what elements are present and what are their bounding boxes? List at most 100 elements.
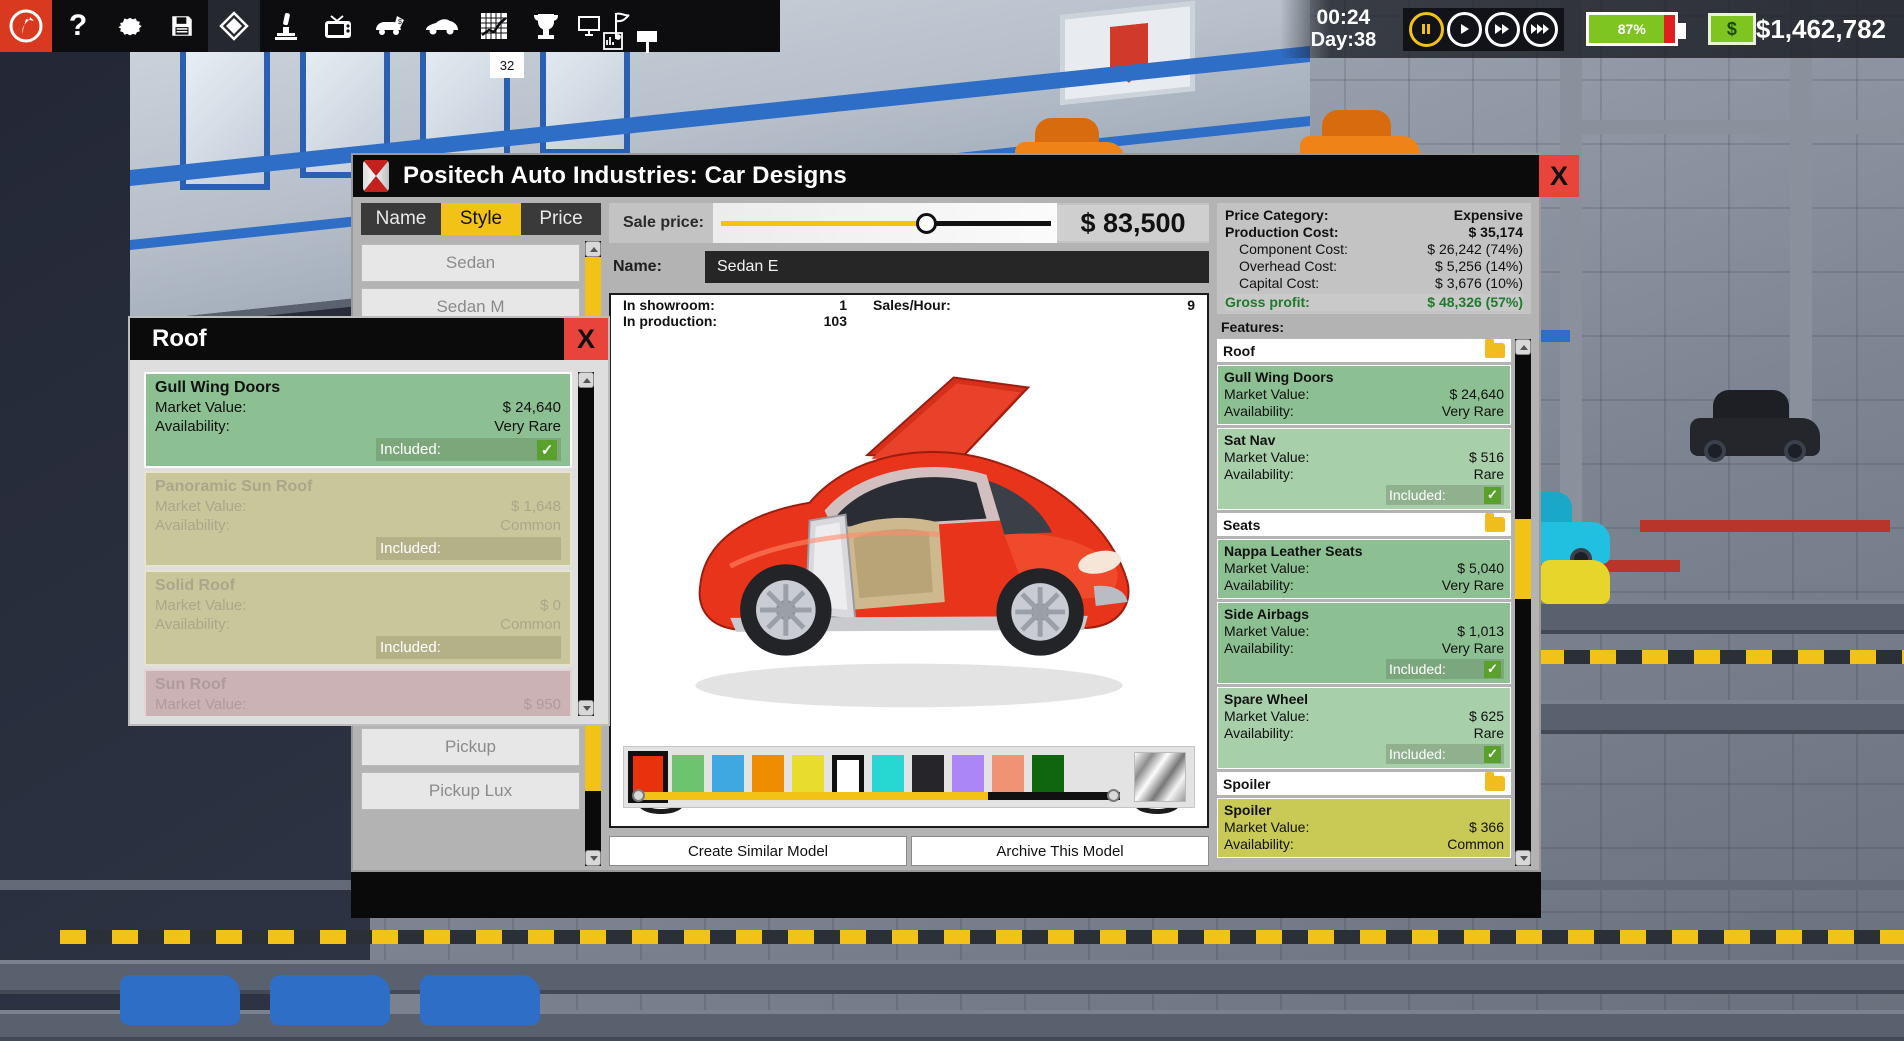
battery-low-segment [1664, 15, 1675, 43]
availability-label: Availability: [155, 615, 500, 634]
car-money-icon[interactable]: $ [364, 0, 416, 52]
slider-knob[interactable] [916, 213, 937, 234]
car-list-item[interactable]: Pickup Lux [361, 772, 580, 810]
feature-group-list: Roof Gull Wing DoorsMarket Value:$ 24,640… [1217, 339, 1511, 866]
scrollbar-thumb[interactable] [1515, 519, 1531, 599]
question-mark-icon[interactable]: ? [52, 0, 104, 52]
archive-this-model-button[interactable]: Archive This Model [911, 836, 1209, 866]
in-production-label: In production: [623, 313, 783, 329]
price-info-value: $ 3,676 (10%) [1435, 275, 1523, 292]
feature-item[interactable]: Sat NavMarket Value:$ 516Availability:Ra… [1217, 428, 1511, 510]
sale-price-slider[interactable] [713, 203, 1057, 243]
car-3d-preview[interactable] [611, 329, 1207, 730]
scroll-down-icon[interactable] [585, 850, 601, 866]
staff-morale-battery: 87% [1586, 12, 1678, 46]
positech-logo-icon[interactable] [0, 0, 52, 52]
car-blue [120, 975, 240, 1025]
scroll-up-icon[interactable] [578, 372, 594, 388]
car-icon[interactable] [416, 0, 468, 52]
availability-label: Availability: [1224, 403, 1442, 420]
feature-item[interactable]: Spare WheelMarket Value:$ 625Availabilit… [1217, 687, 1511, 769]
feature-category-header[interactable]: Roof [1217, 339, 1511, 362]
feature-item[interactable]: Nappa Leather SeatsMarket Value:$ 5,040A… [1217, 539, 1511, 599]
car-preview-panel: Sale price: $ 83,500 Name: Sedan E In sh… [609, 203, 1209, 866]
features-label: Features: [1217, 314, 1531, 339]
scroll-down-icon[interactable] [578, 700, 594, 716]
shade-slider-knob-right[interactable] [1107, 789, 1120, 802]
tab-price[interactable]: Price [521, 203, 601, 235]
paint-shade-slider[interactable] [632, 792, 1120, 802]
scroll-down-icon[interactable] [1515, 850, 1531, 866]
market-value: $ 366 [1469, 819, 1504, 836]
trophy-icon[interactable] [520, 0, 572, 52]
tab-name[interactable]: Name [361, 203, 441, 235]
report-icon[interactable] [596, 30, 630, 52]
roof-included-toggle[interactable]: Included:✓ [376, 537, 561, 560]
support-beam [1560, 120, 1900, 134]
model-name-input[interactable]: Sedan E [705, 251, 1209, 283]
feature-item[interactable]: Gull Wing DoorsMarket Value:$ 24,640Avai… [1217, 365, 1511, 425]
market-value-label: Market Value: [1224, 708, 1469, 725]
features-scrollbar[interactable] [1515, 339, 1531, 866]
television-icon[interactable] [312, 0, 364, 52]
fast-forward-icon[interactable] [1485, 12, 1520, 47]
play-icon[interactable] [1447, 12, 1482, 47]
roof-window-titlebar: Roof X [130, 318, 608, 360]
model-details-panel: Price Category:ExpensiveProduction Cost:… [1217, 203, 1531, 866]
model-action-buttons: Create Similar Model Archive This Model [609, 836, 1209, 866]
availability-value: Common [1447, 836, 1504, 853]
feature-item[interactable]: SpoilerMarket Value:$ 366Availability:Co… [1217, 798, 1511, 858]
roof-included-toggle[interactable]: Included:✓ [376, 438, 561, 461]
roof-close-button[interactable]: X [564, 318, 608, 360]
close-window-button[interactable]: X [1539, 155, 1579, 197]
car-yellow [1540, 560, 1610, 604]
microscope-icon[interactable] [260, 0, 312, 52]
diamond-icon[interactable] [208, 0, 260, 52]
roof-option-item[interactable]: Solid RoofMarket Value:$ 0Availability:C… [144, 570, 572, 666]
feature-item[interactable]: Side AirbagsMarket Value:$ 1,013Availabi… [1217, 602, 1511, 684]
gear-icon[interactable] [104, 0, 156, 52]
feature-category-header[interactable]: Seats [1217, 513, 1511, 536]
scroll-up-icon[interactable] [1515, 339, 1531, 355]
checkmark-icon: ✓ [1484, 487, 1501, 504]
shade-slider-knob-left[interactable] [632, 789, 645, 802]
car-list-item[interactable]: Pickup [361, 728, 580, 766]
availability-value: Rare [1474, 725, 1504, 742]
included-label: Included: [1389, 487, 1446, 503]
included-toggle[interactable]: Included: ✓ [1386, 485, 1504, 505]
availability-label: Availability: [1224, 577, 1442, 594]
window-bottom-shadow [351, 872, 1541, 918]
tab-style[interactable]: Style [441, 203, 521, 235]
sale-price-value: $ 83,500 [1057, 205, 1209, 241]
folder-icon[interactable] [1485, 517, 1505, 532]
pause-icon[interactable] [1409, 12, 1444, 47]
car-list-item[interactable]: Sedan [361, 244, 580, 282]
price-info-row: Capital Cost:$ 3,676 (10%) [1225, 275, 1523, 292]
feature-name: Sat Nav [1224, 431, 1504, 449]
folder-icon[interactable] [1485, 776, 1505, 791]
sign-icon[interactable] [630, 30, 664, 52]
market-value-label: Market Value: [155, 596, 540, 615]
price-info-key: Production Cost: [1225, 224, 1469, 241]
ultra-fast-forward-icon[interactable] [1523, 12, 1558, 47]
roof-option-item[interactable]: Panoramic Sun RoofMarket Value:$ 1,648Av… [144, 471, 572, 567]
included-toggle[interactable]: Included:✓ [1386, 659, 1504, 679]
roof-option-item[interactable]: Sun RoofMarket Value:$ 950Availability:U… [144, 669, 572, 716]
folder-icon[interactable] [1485, 343, 1505, 358]
sort-tabs: Name Style Price [361, 203, 601, 235]
chart-grid-icon[interactable] [468, 0, 520, 52]
shade-slider-empty [988, 792, 1120, 800]
red-rail [1640, 520, 1890, 532]
scroll-up-icon[interactable] [585, 241, 601, 257]
metallic-finish-swatch[interactable] [1134, 752, 1186, 802]
feature-category-header[interactable]: Spoiler [1217, 772, 1511, 795]
floppy-disk-icon[interactable] [156, 0, 208, 52]
wall-banner [1060, 1, 1195, 105]
create-similar-model-button[interactable]: Create Similar Model [609, 836, 907, 866]
roof-scrollbar[interactable] [578, 372, 594, 716]
roof-included-toggle[interactable]: Included:✓ [376, 636, 561, 659]
availability-value: Common [500, 615, 561, 634]
roof-option-item[interactable]: Gull Wing DoorsMarket Value:$ 24,640Avai… [144, 372, 572, 468]
included-toggle[interactable]: Included:✓ [1386, 744, 1504, 764]
cash-icon[interactable]: $ [1708, 13, 1756, 45]
